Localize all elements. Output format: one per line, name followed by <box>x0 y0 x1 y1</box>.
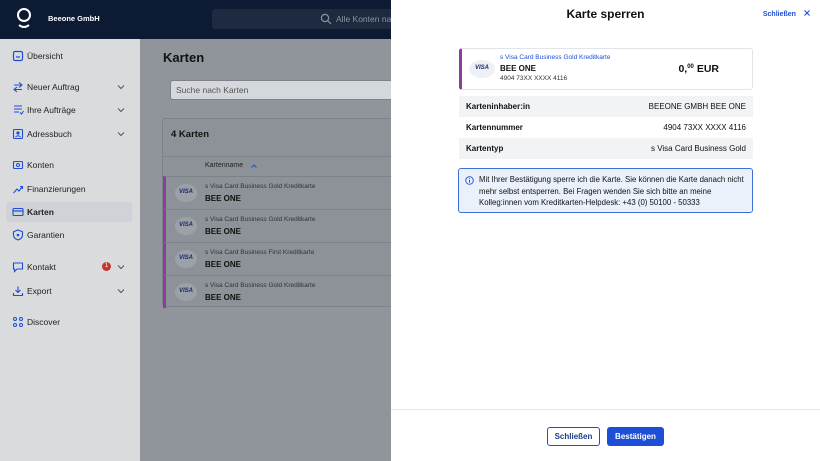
sidebar-item-label: Adressbuch <box>27 129 72 139</box>
detail-value: 4904 73XX XXXX 4116 <box>663 123 746 132</box>
card-holder-name: BEE ONE <box>205 194 242 203</box>
sidebar-item-label: Konten <box>27 160 54 170</box>
block-card-dialog: Karte sperren Schließen VISA s Visa Card… <box>391 0 820 461</box>
selected-card: VISA s Visa Card Business Gold Kreditkar… <box>459 48 753 90</box>
sidebar-item-label: Finanzierungen <box>27 184 86 194</box>
sidebar-item-label: Neuer Auftrag <box>27 82 80 92</box>
dialog-title: Karte sperren <box>566 7 645 21</box>
detail-label: Karteninhaber:in <box>466 102 531 111</box>
visa-logo: VISA <box>175 250 197 268</box>
detail-row-holder: Karteninhaber:in BEEONE GMBH BEE ONE <box>459 96 753 117</box>
visa-logo: VISA <box>469 60 495 78</box>
card-search-input[interactable]: Suche nach Karten <box>170 80 400 100</box>
sidebar-item-label: Übersicht <box>27 51 63 61</box>
chevron-down-icon[interactable] <box>117 83 125 91</box>
confirm-button[interactable]: Bestätigen <box>607 427 664 446</box>
card-icon <box>12 207 24 217</box>
sidebar-item-label: Kontakt <box>27 262 56 272</box>
shield-icon <box>12 229 24 241</box>
company-name: Beeone GmbH <box>48 14 100 23</box>
detail-row-number: Kartennummer 4904 73XX XXXX 4116 <box>459 117 753 138</box>
chevron-down-icon[interactable] <box>117 287 125 295</box>
search-icon <box>320 13 332 25</box>
chevron-down-icon[interactable] <box>117 106 125 114</box>
sidebar-item-label: Ihre Aufträge <box>27 105 76 115</box>
card-type: s Visa Card Business Gold Kreditkarte <box>205 282 316 289</box>
card-holder-name: BEE ONE <box>500 64 537 73</box>
card-type: s Visa Card Business First Kreditkarte <box>205 249 315 256</box>
financing-icon <box>13 185 24 194</box>
table-row[interactable]: VISA s Visa Card Business First Kreditka… <box>163 242 403 275</box>
card-balance: 0,00 EUR <box>678 63 719 75</box>
cards-count: 4 Karten <box>171 129 210 140</box>
sidebar-item-orders[interactable]: Ihre Aufträge <box>6 100 132 120</box>
sidebar-item-overview[interactable]: Übersicht <box>6 46 132 66</box>
sidebar-item-address-book[interactable]: Adressbuch <box>6 124 132 144</box>
card-number: 4904 73XX XXXX 4116 <box>500 75 568 82</box>
visa-logo: VISA <box>175 184 197 202</box>
export-icon <box>12 286 24 297</box>
dialog-footer: Schließen Bestätigen <box>391 409 820 461</box>
card-type: s Visa Card Business Gold Kreditkarte <box>500 54 611 61</box>
card-search-placeholder: Suche nach Karten <box>176 85 249 95</box>
contacts-icon <box>12 128 24 140</box>
accounts-icon <box>12 160 24 170</box>
sidebar-item-guarantees[interactable]: Garantien <box>6 225 132 245</box>
table-row[interactable]: VISA s Visa Card Business Gold Kreditkar… <box>163 176 403 209</box>
table-row[interactable]: VISA s Visa Card Business Gold Kreditkar… <box>163 209 403 242</box>
detail-label: Kartennummer <box>466 123 523 132</box>
sidebar-item-discover[interactable]: Discover <box>6 312 132 332</box>
list-icon <box>14 105 24 115</box>
detail-value: s Visa Card Business Gold <box>650 144 746 153</box>
sidebar-item-cards[interactable]: Karten <box>6 202 132 222</box>
info-icon <box>465 176 474 185</box>
chevron-down-icon[interactable] <box>117 130 125 138</box>
sidebar-item-financing[interactable]: Finanzierungen <box>6 179 132 199</box>
cards-table: 4 Karten Kartenname VISA s Visa Card Bus… <box>162 118 403 308</box>
sidebar-item-accounts[interactable]: Konten <box>6 155 132 175</box>
chevron-down-icon[interactable] <box>117 263 125 271</box>
column-header-card-name[interactable]: Kartenname <box>205 162 243 169</box>
dialog-close-link[interactable]: Schließen <box>763 7 811 19</box>
grid-icon <box>13 317 23 327</box>
sidebar-item-new-order[interactable]: Neuer Auftrag <box>6 77 132 97</box>
close-icon <box>804 10 810 16</box>
dialog-close-label: Schließen <box>762 11 796 18</box>
detail-value: BEEONE GMBH BEE ONE <box>648 102 746 111</box>
detail-label: Kartentyp <box>466 144 504 153</box>
logo-icon[interactable] <box>14 7 34 31</box>
home-icon <box>12 50 24 62</box>
sidebar-item-label: Garantien <box>27 230 65 240</box>
sidebar-item-export[interactable]: Export <box>6 281 132 301</box>
sidebar-item-label: Discover <box>27 317 61 327</box>
card-holder-name: BEE ONE <box>205 293 242 302</box>
main-content: Karten Suche nach Karten 4 Karten Karten… <box>140 39 403 461</box>
card-type: s Visa Card Business Gold Kreditkarte <box>205 183 316 190</box>
sidebar: Übersicht Neuer Auftrag Ihre Aufträge Ad… <box>0 39 140 461</box>
sort-up-icon[interactable] <box>250 162 258 170</box>
global-search-input[interactable]: Alle Konten nach <box>212 9 412 29</box>
notification-badge: 1 <box>102 262 111 271</box>
table-header: Kartenname <box>163 156 403 176</box>
visa-logo: VISA <box>175 217 197 235</box>
card-holder-name: BEE ONE <box>205 260 242 269</box>
sidebar-item-label: Export <box>27 286 52 296</box>
sidebar-item-contact[interactable]: Kontakt 1 <box>6 257 132 277</box>
card-type: s Visa Card Business Gold Kreditkarte <box>205 216 316 223</box>
chat-icon <box>12 262 24 273</box>
arrows-icon <box>13 82 23 93</box>
close-button[interactable]: Schließen <box>547 427 600 446</box>
notice-text: Mit Ihrer Bestätigung sperre ich die Kar… <box>479 175 744 207</box>
info-notice: Mit Ihrer Bestätigung sperre ich die Kar… <box>458 168 753 213</box>
detail-row-type: Kartentyp s Visa Card Business Gold <box>459 138 753 159</box>
page-title: Karten <box>163 50 205 65</box>
sidebar-item-label: Karten <box>27 207 54 217</box>
visa-logo: VISA <box>175 283 197 301</box>
card-holder-name: BEE ONE <box>205 227 242 236</box>
table-row[interactable]: VISA s Visa Card Business Gold Kreditkar… <box>163 275 403 308</box>
